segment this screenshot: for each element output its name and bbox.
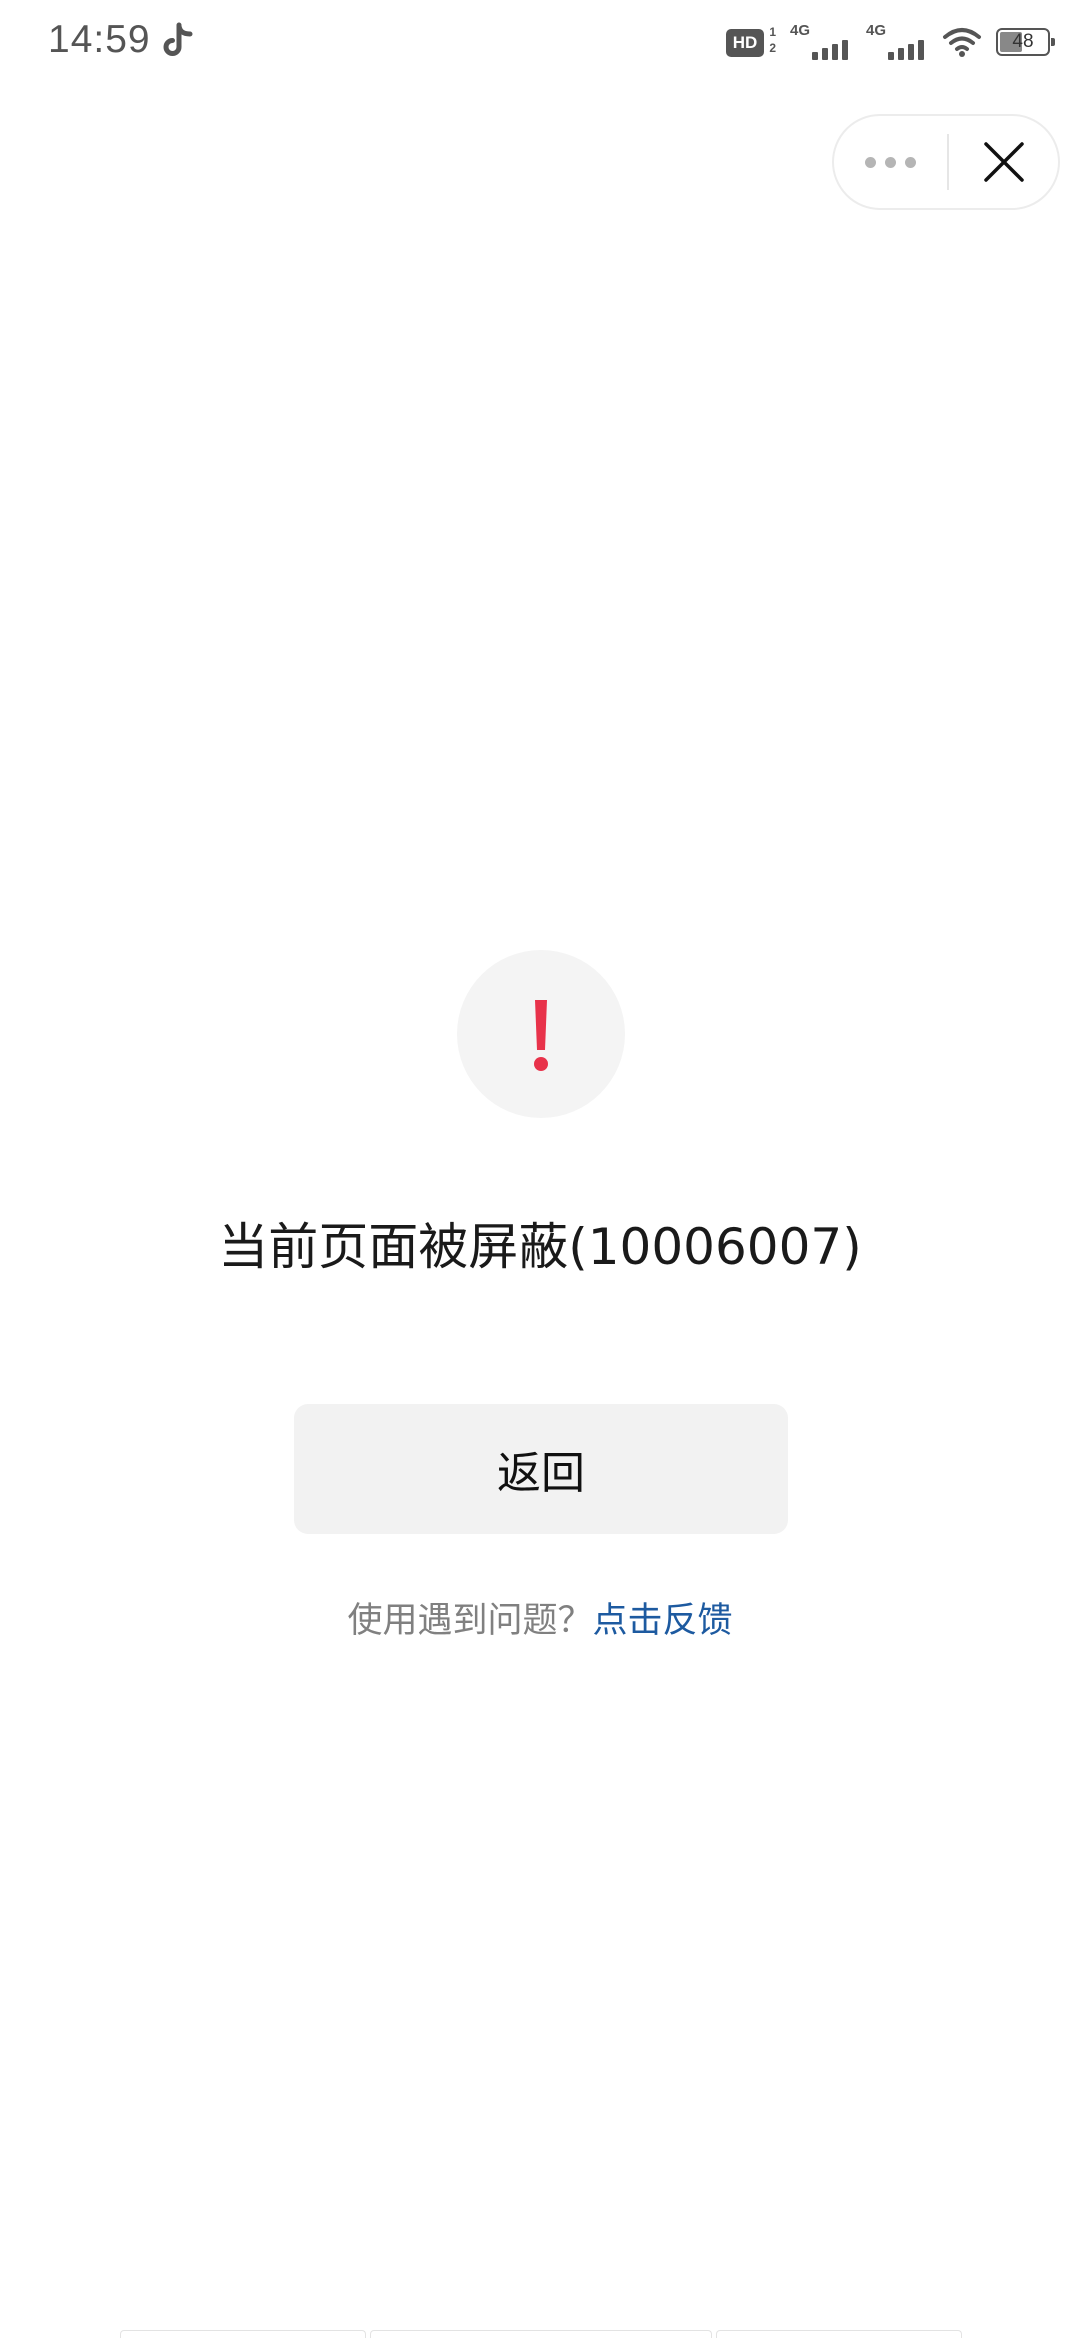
exclamation-icon bbox=[534, 1000, 548, 1071]
feedback-prompt: 使用遇到问题？ bbox=[347, 1601, 593, 1641]
close-icon bbox=[983, 142, 1024, 182]
status-indicators: HD 1 2 4G 4G 48 bbox=[726, 20, 1055, 64]
hd-voice-icon: HD 1 2 bbox=[726, 25, 776, 59]
more-dots-icon bbox=[865, 156, 916, 168]
hd-label: HD bbox=[726, 29, 764, 57]
sim2-signal-icon: 4G bbox=[866, 22, 928, 62]
error-icon-circle bbox=[457, 950, 625, 1118]
mini-program-capsule bbox=[832, 114, 1060, 210]
screen: 14:59 HD 1 2 4G 4G 48 当前页面被屏蔽(10006007) … bbox=[0, 0, 1080, 2340]
tiktok-icon bbox=[163, 22, 193, 56]
bottom-tab-outline bbox=[0, 2326, 1080, 2340]
hd-sub-top: 1 bbox=[769, 25, 776, 39]
sim1-signal-icon: 4G bbox=[790, 22, 852, 62]
status-bar: 14:59 HD 1 2 4G 4G 48 bbox=[0, 0, 1080, 84]
back-button[interactable]: 返回 bbox=[294, 1404, 788, 1534]
more-button[interactable] bbox=[834, 116, 947, 208]
status-time: 14:59 bbox=[48, 18, 151, 61]
close-button[interactable] bbox=[949, 116, 1058, 208]
error-title: 当前页面被屏蔽(10006007) bbox=[218, 1218, 862, 1276]
feedback-row: 使用遇到问题？点击反馈 bbox=[0, 1596, 1080, 1646]
hd-sub-bottom: 2 bbox=[769, 41, 776, 55]
battery-level: 48 bbox=[1012, 31, 1034, 52]
battery-icon: 48 bbox=[996, 28, 1055, 56]
feedback-link[interactable]: 点击反馈 bbox=[593, 1601, 733, 1641]
sim2-network-type: 4G bbox=[866, 22, 887, 39]
sim1-network-type: 4G bbox=[790, 22, 811, 39]
wifi-icon bbox=[943, 28, 981, 57]
